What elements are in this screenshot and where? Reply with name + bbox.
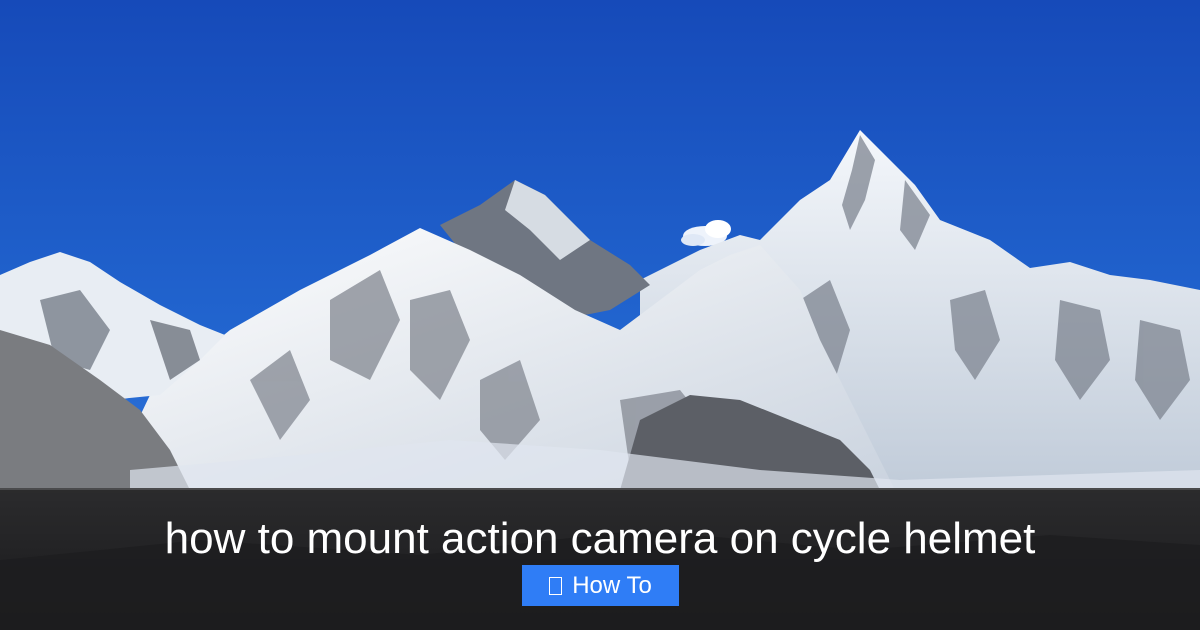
post-title: how to mount action camera on cycle helm… — [164, 514, 1036, 563]
category-badge[interactable]: How To — [522, 565, 679, 606]
category-label: How To — [572, 572, 652, 599]
missing-glyph-icon — [549, 576, 563, 595]
hero-banner: how to mount action camera on cycle helm… — [0, 0, 1200, 630]
